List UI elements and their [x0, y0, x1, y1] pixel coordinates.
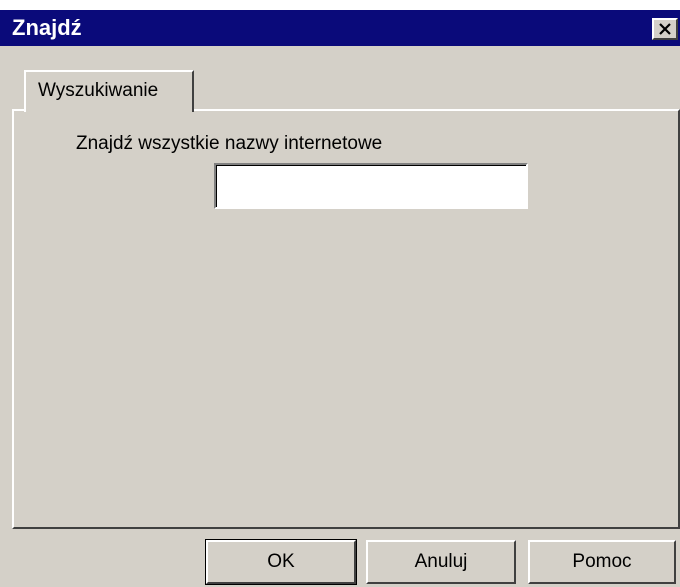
- help-button[interactable]: Pomoc: [528, 540, 676, 584]
- cancel-button[interactable]: Anuluj: [366, 540, 516, 584]
- tab-wyszukiwanie[interactable]: Wyszukiwanie: [24, 70, 194, 112]
- window-title: Znajdź: [12, 15, 82, 40]
- close-button[interactable]: [652, 18, 678, 40]
- close-icon: [658, 23, 672, 35]
- title-bar[interactable]: Znajdź: [0, 10, 680, 46]
- search-input[interactable]: [214, 163, 528, 209]
- search-label: Znajdź wszystkie nazwy internetowe: [76, 133, 383, 154]
- tab-label: Wyszukiwanie: [38, 80, 159, 101]
- tab-panel: Znajdź wszystkie nazwy internetowe: [12, 109, 680, 529]
- ok-button[interactable]: OK: [205, 539, 357, 585]
- find-dialog: Znajdź Wyszukiwanie Znajdź wszystkie naz…: [0, 10, 680, 587]
